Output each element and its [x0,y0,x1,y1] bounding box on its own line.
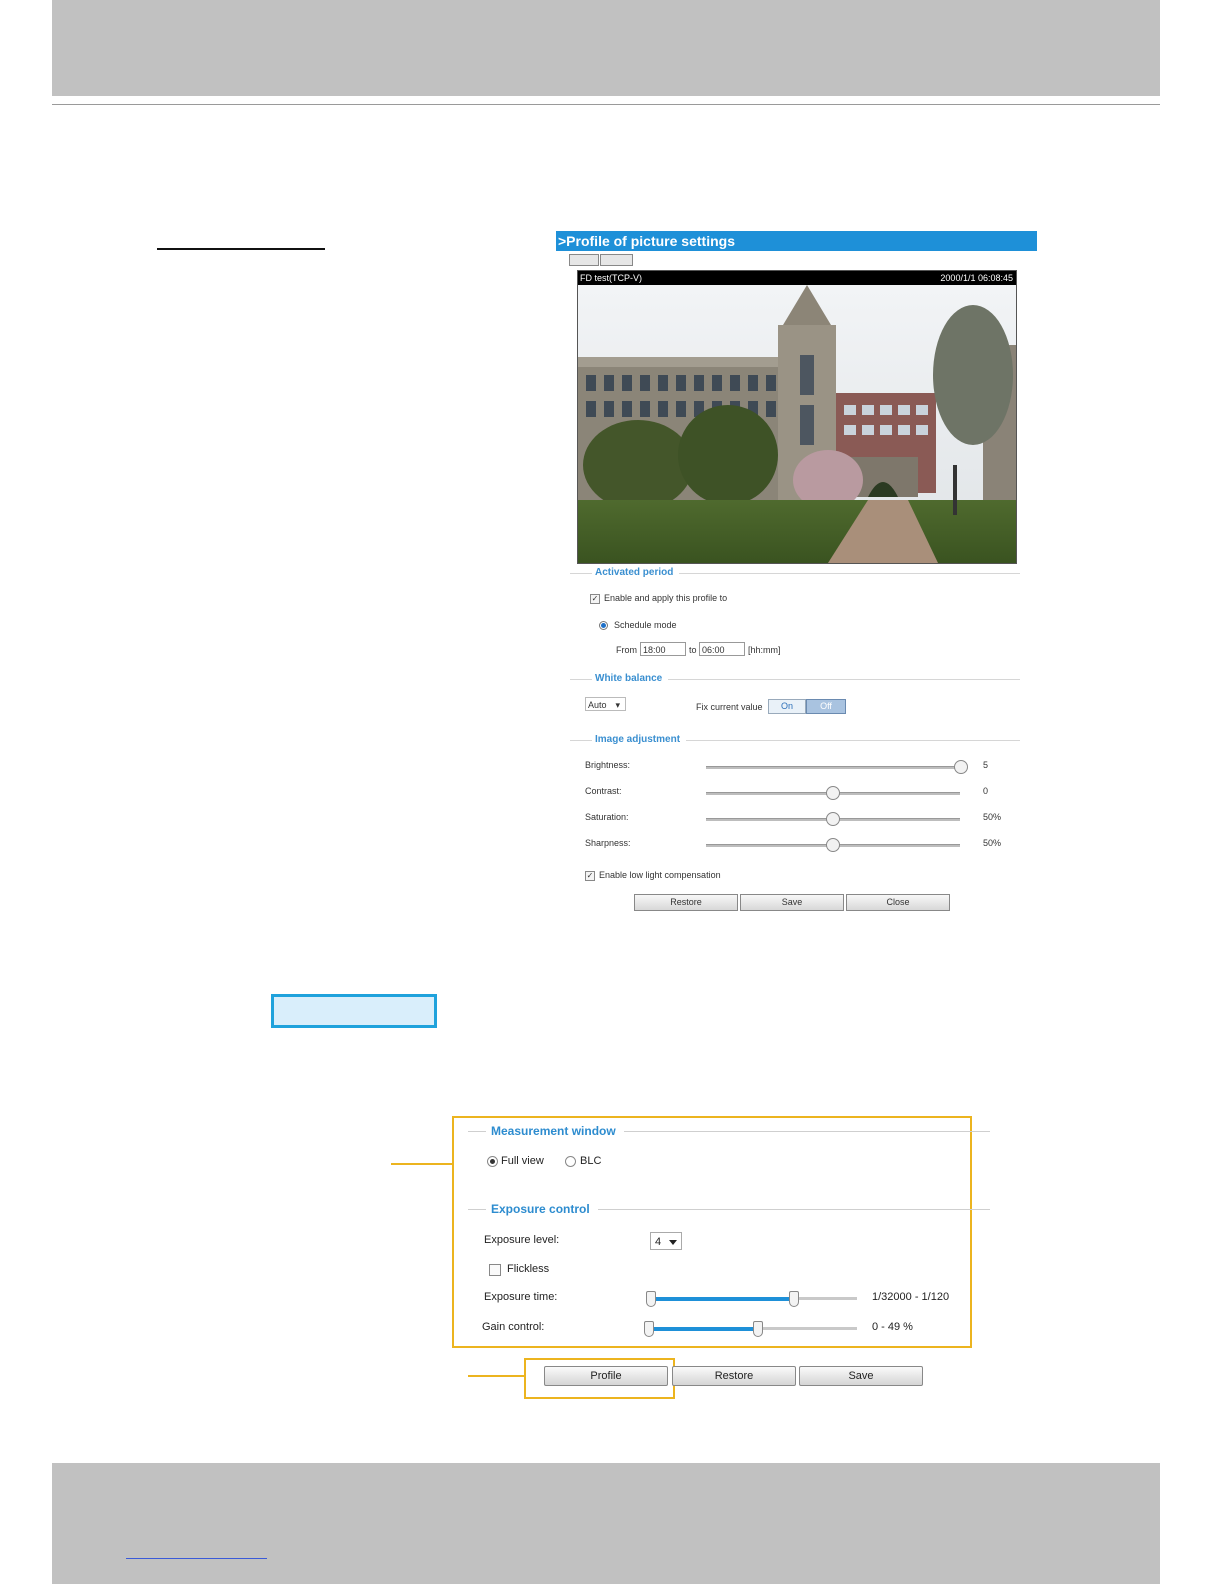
header-divider [52,104,1160,105]
brightness-value: 5 [983,760,989,770]
white-balance-value: Auto [588,700,607,710]
restore-button[interactable]: Restore [634,894,738,911]
measurement-window-section: Measurement window [468,1124,990,1138]
gain-control-label: Gain control: [482,1321,545,1333]
highlight-box-exposure [452,1116,972,1348]
blc-radio[interactable] [565,1156,576,1167]
section-underline [157,248,325,250]
close-button[interactable]: Close [846,894,950,911]
gain-control-min-handle[interactable] [644,1321,654,1337]
to-time-input[interactable]: 06:00 [699,642,745,656]
flickless-label: Flickless [507,1263,550,1275]
stream-label: FD test(TCP-V) [580,273,642,283]
image-adjustment-section: Image adjustment [570,734,1020,746]
gain-control-range-fill [650,1327,757,1331]
from-label: From [616,645,637,655]
exposure-time-min-handle[interactable] [646,1291,656,1307]
brightness-label: Brightness: [585,760,631,770]
exposure-save-button[interactable]: Save [799,1366,923,1386]
zoom-button[interactable] [600,254,633,266]
chevron-down-icon [669,1240,677,1245]
flickless-checkbox[interactable] [489,1264,501,1276]
contrast-slider-handle[interactable] [826,786,840,800]
exposure-level-value: 4 [655,1236,662,1248]
live-video: FD test(TCP-V) 2000/1/1 06:08:45 [577,270,1017,564]
footer-link-underline[interactable] [126,1558,267,1559]
exposure-time-value: 1/32000 - 1/120 [872,1291,950,1303]
fix-off-button[interactable]: Off [806,699,846,714]
save-button[interactable]: Save [740,894,844,911]
schedule-mode-label: Schedule mode [614,620,677,630]
activated-period-section: Activated period [570,567,1020,579]
exposure-time-label: Exposure time: [484,1291,558,1303]
low-light-checkbox[interactable]: ✓ [585,871,595,881]
full-view-radio[interactable] [487,1156,498,1167]
profile-button[interactable]: Profile [544,1366,668,1386]
exposure-restore-button[interactable]: Restore [672,1366,796,1386]
activated-period-heading: Activated period [592,567,680,579]
brightness-slider[interactable] [706,766,960,769]
exposure-control-heading: Exposure control [486,1202,598,1216]
low-light-label: Enable low light compensation [599,870,721,880]
view-size-button[interactable] [569,254,599,266]
sharpness-label: Sharpness: [585,838,631,848]
sharpness-value: 50% [983,838,1002,848]
video-timestamp: 2000/1/1 06:08:45 [940,273,1013,283]
profile-settings-screenshot: >Profile of picture settings FD test(TCP… [556,231,1037,919]
time-format-hint: [hh:mm] [748,645,781,655]
blc-label: BLC [580,1155,602,1167]
exposure-level-select[interactable]: 4 [650,1232,682,1250]
brightness-slider-handle[interactable] [954,760,968,774]
campus-scene-image [578,285,1016,563]
from-time-input[interactable]: 18:00 [640,642,686,656]
saturation-label: Saturation: [585,812,629,822]
white-balance-heading: White balance [592,673,669,685]
white-balance-section: White balance [570,673,1020,685]
saturation-value: 50% [983,812,1002,822]
measurement-window-heading: Measurement window [486,1124,624,1138]
exposure-level-label: Exposure level: [484,1234,560,1246]
image-adjustment-heading: Image adjustment [592,734,687,746]
exposure-time-range-fill [652,1297,793,1301]
sharpness-slider-handle[interactable] [826,838,840,852]
saturation-slider-handle[interactable] [826,812,840,826]
exposure-control-section: Exposure control [468,1202,990,1216]
full-view-label: Full view [501,1155,544,1167]
exposure-settings-screenshot: Measurement window Full view BLC Exposur… [440,1108,1000,1408]
highlight-box [271,994,437,1028]
header-band [52,0,1160,96]
video-caption-bar: FD test(TCP-V) 2000/1/1 06:08:45 [578,271,1016,285]
white-balance-select[interactable]: Auto ▾ [585,697,626,711]
contrast-value: 0 [983,786,989,796]
enable-profile-checkbox[interactable]: ✓ [590,594,600,604]
exposure-time-max-handle[interactable] [789,1291,799,1307]
enable-profile-label: Enable and apply this profile to [604,593,728,603]
schedule-mode-radio[interactable] [599,621,608,630]
chevron-down-icon: ▾ [615,700,620,710]
gain-control-max-handle[interactable] [753,1321,763,1337]
gain-control-value: 0 - 49 % [872,1321,913,1333]
footer-band [52,1463,1160,1584]
panel-title: >Profile of picture settings [556,231,1037,251]
fix-on-button[interactable]: On [768,699,806,714]
contrast-label: Contrast: [585,786,622,796]
fix-current-value-label: Fix current value [696,702,763,712]
to-label: to [689,645,697,655]
